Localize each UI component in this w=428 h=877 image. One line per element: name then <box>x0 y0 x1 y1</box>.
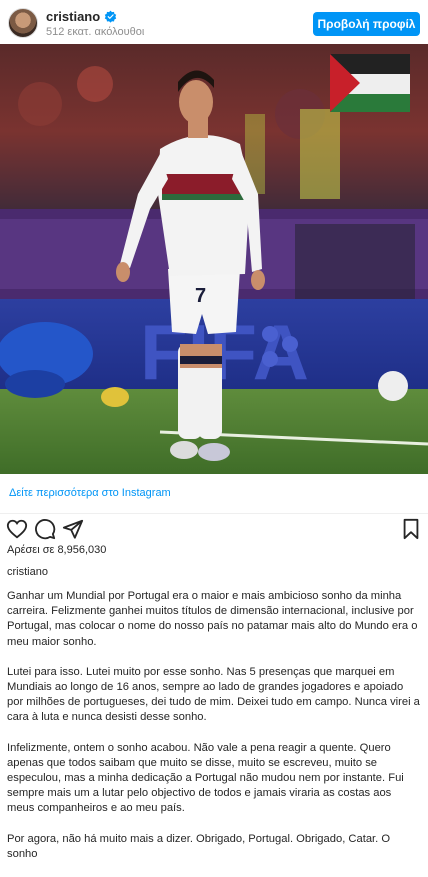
view-more-link[interactable]: Δείτε περισσότερα στο Instagram <box>0 474 428 514</box>
caption-paragraph: Infelizmente, ontem o sonho acabou. Não … <box>7 741 404 815</box>
share-icon[interactable] <box>62 518 84 540</box>
bookmark-icon[interactable] <box>400 518 422 540</box>
caption-paragraph: Ganhar um Mundial por Portugal era o mai… <box>7 590 418 648</box>
view-more-label[interactable]: Δείτε περισσότερα στο Instagram <box>9 487 171 499</box>
comment-icon[interactable] <box>34 518 56 540</box>
followers-count: 512 εκατ. ακόλουθοι <box>46 26 145 38</box>
jersey-number: 7 <box>195 285 206 307</box>
post-photo: FIFA 7 <box>0 44 428 474</box>
caption-paragraph: Por agora, não há muito mais a dizer. Ob… <box>7 832 391 860</box>
caption-paragraph: Lutei para isso. Lutei muito por esse so… <box>7 665 420 724</box>
post-actions <box>0 514 428 544</box>
instagram-embed: cristiano 512 εκατ. ακόλουθοι Προβολή πρ… <box>0 0 428 860</box>
likes-count[interactable]: Αρέσει σε 8,956,030 <box>7 544 106 556</box>
username-link[interactable]: cristiano <box>46 9 100 24</box>
view-profile-button[interactable]: Προβολή προφίλ <box>313 12 420 36</box>
username-row: cristiano <box>46 9 117 24</box>
post-header: cristiano 512 εκατ. ακόλουθοι Προβολή πρ… <box>0 0 428 44</box>
post-caption: Ganhar um Mundial por Portugal era o mai… <box>7 589 421 877</box>
heart-icon[interactable] <box>6 518 28 540</box>
caption-username[interactable]: cristiano <box>7 566 48 578</box>
verified-badge-icon <box>104 10 117 23</box>
avatar[interactable] <box>8 8 38 38</box>
post-image[interactable]: FIFA 7 <box>0 44 428 474</box>
